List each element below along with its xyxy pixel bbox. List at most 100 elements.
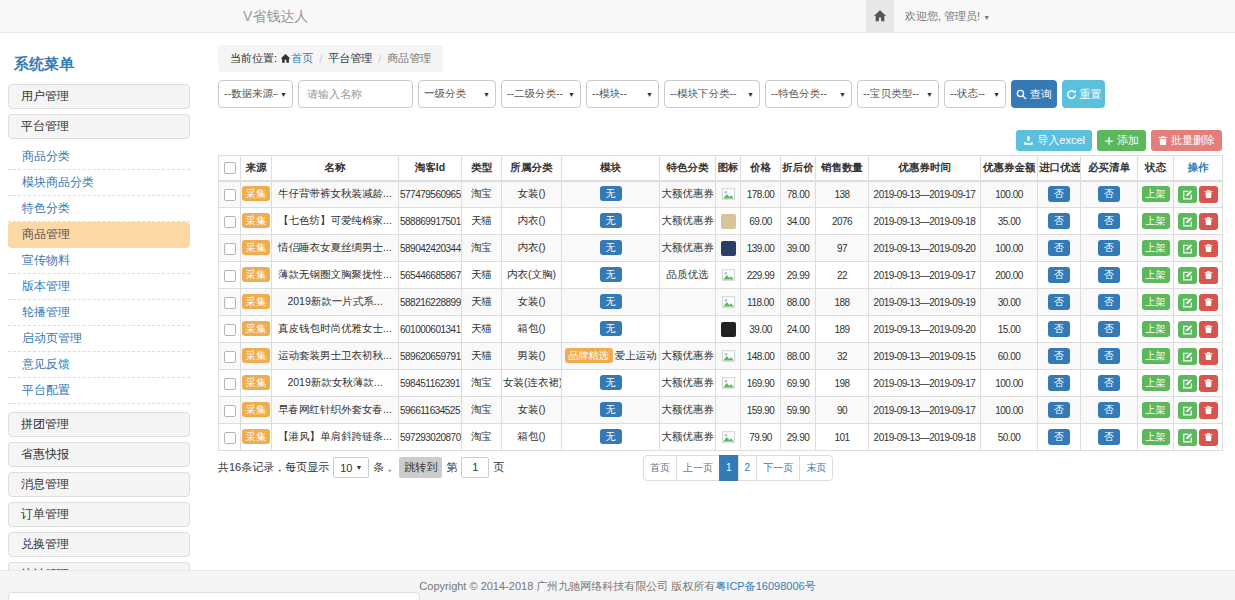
sidebar-item-8[interactable]: 意见反馈 bbox=[8, 352, 190, 378]
delete-button[interactable] bbox=[1199, 240, 1218, 257]
sidebar-item-7[interactable]: 启动页管理 bbox=[8, 326, 190, 352]
import-select-toggle[interactable]: 否 bbox=[1048, 321, 1070, 337]
page-button-2[interactable]: 2 bbox=[738, 455, 758, 481]
sidebar-item-6[interactable]: 轮播管理 bbox=[8, 300, 190, 326]
edit-button[interactable] bbox=[1178, 429, 1197, 446]
filter-select-0[interactable]: --数据来源--▼ bbox=[218, 80, 293, 108]
page-button-1[interactable]: 1 bbox=[719, 455, 739, 481]
edit-button[interactable] bbox=[1178, 348, 1197, 365]
edit-button[interactable] bbox=[1178, 321, 1197, 338]
sidebar-group-1[interactable]: 平台管理 bbox=[8, 114, 190, 139]
must-buy-toggle[interactable]: 否 bbox=[1098, 321, 1120, 337]
status-button[interactable]: 上架 bbox=[1142, 240, 1170, 256]
delete-button[interactable] bbox=[1199, 186, 1218, 203]
sidebar-group-6[interactable]: 兑换管理 bbox=[8, 532, 190, 557]
name-search-input[interactable]: 请输入名称 bbox=[298, 80, 413, 108]
delete-button[interactable] bbox=[1199, 429, 1218, 446]
edit-button[interactable] bbox=[1178, 240, 1197, 257]
filter-select-8[interactable]: --状态--▼ bbox=[944, 80, 1006, 108]
delete-button[interactable] bbox=[1199, 294, 1218, 311]
edit-button[interactable] bbox=[1178, 375, 1197, 392]
import-select-toggle[interactable]: 否 bbox=[1048, 294, 1070, 310]
import-select-toggle[interactable]: 否 bbox=[1048, 348, 1070, 364]
status-button[interactable]: 上架 bbox=[1142, 186, 1170, 202]
import-select-toggle[interactable]: 否 bbox=[1048, 375, 1070, 391]
sidebar-item-0[interactable]: 商品分类 bbox=[8, 144, 190, 170]
delete-button[interactable] bbox=[1199, 375, 1218, 392]
status-button[interactable]: 上架 bbox=[1142, 294, 1170, 310]
delete-button[interactable] bbox=[1199, 267, 1218, 284]
row-checkbox[interactable] bbox=[224, 270, 236, 282]
must-buy-toggle[interactable]: 否 bbox=[1098, 375, 1120, 391]
sidebar-item-3[interactable]: 商品管理 bbox=[8, 222, 190, 248]
filter-select-5[interactable]: --模块下分类--▼ bbox=[664, 80, 760, 108]
user-menu[interactable]: 欢迎您, 管理员!▼ bbox=[905, 0, 990, 34]
page-button-末页[interactable]: 末页 bbox=[799, 455, 833, 481]
row-checkbox[interactable] bbox=[224, 189, 236, 201]
filter-select-2[interactable]: 一级分类▼ bbox=[418, 80, 496, 108]
import-excel-button[interactable]: 导入excel bbox=[1016, 130, 1092, 151]
row-checkbox[interactable] bbox=[224, 216, 236, 228]
row-checkbox[interactable] bbox=[224, 351, 236, 363]
row-checkbox[interactable] bbox=[224, 243, 236, 255]
edit-button[interactable] bbox=[1178, 267, 1197, 284]
row-checkbox[interactable] bbox=[224, 405, 236, 417]
filter-select-6[interactable]: --特色分类--▼ bbox=[765, 80, 852, 108]
edit-button[interactable] bbox=[1178, 186, 1197, 203]
row-checkbox[interactable] bbox=[224, 297, 236, 309]
sidebar-group-2[interactable]: 拼团管理 bbox=[8, 412, 190, 437]
edit-button[interactable] bbox=[1178, 213, 1197, 230]
jump-button[interactable]: 跳转到 bbox=[399, 457, 442, 478]
edit-button[interactable] bbox=[1178, 294, 1197, 311]
status-button[interactable]: 上架 bbox=[1142, 429, 1170, 445]
sidebar-item-2[interactable]: 特色分类 bbox=[8, 196, 190, 222]
icp-link[interactable]: 粤ICP备16098006号 bbox=[715, 580, 815, 592]
must-buy-toggle[interactable]: 否 bbox=[1098, 186, 1120, 202]
add-button[interactable]: 添加 bbox=[1097, 130, 1146, 151]
status-button[interactable]: 上架 bbox=[1142, 213, 1170, 229]
filter-select-7[interactable]: --宝贝类型--▼ bbox=[857, 80, 939, 108]
sidebar-group-5[interactable]: 订单管理 bbox=[8, 502, 190, 527]
batch-delete-button[interactable]: 批量删除 bbox=[1151, 130, 1222, 151]
status-button[interactable]: 上架 bbox=[1142, 321, 1170, 337]
must-buy-toggle[interactable]: 否 bbox=[1098, 240, 1120, 256]
must-buy-toggle[interactable]: 否 bbox=[1098, 294, 1120, 310]
row-checkbox[interactable] bbox=[224, 432, 236, 444]
filter-select-4[interactable]: --模块--▼ bbox=[586, 80, 659, 108]
delete-button[interactable] bbox=[1199, 213, 1218, 230]
home-button[interactable] bbox=[866, 0, 894, 32]
import-select-toggle[interactable]: 否 bbox=[1048, 402, 1070, 418]
must-buy-toggle[interactable]: 否 bbox=[1098, 267, 1120, 283]
sidebar-item-9[interactable]: 平台配置 bbox=[8, 378, 190, 404]
filter-select-3[interactable]: --二级分类--▼ bbox=[501, 80, 581, 108]
reset-button[interactable]: 重置 bbox=[1062, 80, 1105, 108]
sidebar-item-4[interactable]: 宣传物料 bbox=[8, 248, 190, 274]
must-buy-toggle[interactable]: 否 bbox=[1098, 429, 1120, 445]
edit-button[interactable] bbox=[1178, 402, 1197, 419]
status-button[interactable]: 上架 bbox=[1142, 375, 1170, 391]
page-size-select[interactable]: 10▼ bbox=[333, 457, 369, 478]
status-button[interactable]: 上架 bbox=[1142, 267, 1170, 283]
must-buy-toggle[interactable]: 否 bbox=[1098, 213, 1120, 229]
select-all-checkbox[interactable] bbox=[224, 162, 236, 174]
delete-button[interactable] bbox=[1199, 402, 1218, 419]
must-buy-toggle[interactable]: 否 bbox=[1098, 402, 1120, 418]
status-button[interactable]: 上架 bbox=[1142, 402, 1170, 418]
page-button-下一页[interactable]: 下一页 bbox=[756, 455, 800, 481]
delete-button[interactable] bbox=[1199, 348, 1218, 365]
import-select-toggle[interactable]: 否 bbox=[1048, 213, 1070, 229]
row-checkbox[interactable] bbox=[224, 378, 236, 390]
status-button[interactable]: 上架 bbox=[1142, 348, 1170, 364]
sidebar-group-0[interactable]: 用户管理 bbox=[8, 84, 190, 109]
query-button[interactable]: 查询 bbox=[1011, 80, 1057, 108]
sidebar-group-4[interactable]: 消息管理 bbox=[8, 472, 190, 497]
import-select-toggle[interactable]: 否 bbox=[1048, 186, 1070, 202]
import-select-toggle[interactable]: 否 bbox=[1048, 240, 1070, 256]
sidebar-item-5[interactable]: 版本管理 bbox=[8, 274, 190, 300]
breadcrumb-home-link[interactable]: 首页 bbox=[291, 51, 313, 66]
import-select-toggle[interactable]: 否 bbox=[1048, 267, 1070, 283]
sidebar-item-1[interactable]: 模块商品分类 bbox=[8, 170, 190, 196]
sidebar-group-3[interactable]: 省惠快报 bbox=[8, 442, 190, 467]
row-checkbox[interactable] bbox=[224, 324, 236, 336]
delete-button[interactable] bbox=[1199, 321, 1218, 338]
